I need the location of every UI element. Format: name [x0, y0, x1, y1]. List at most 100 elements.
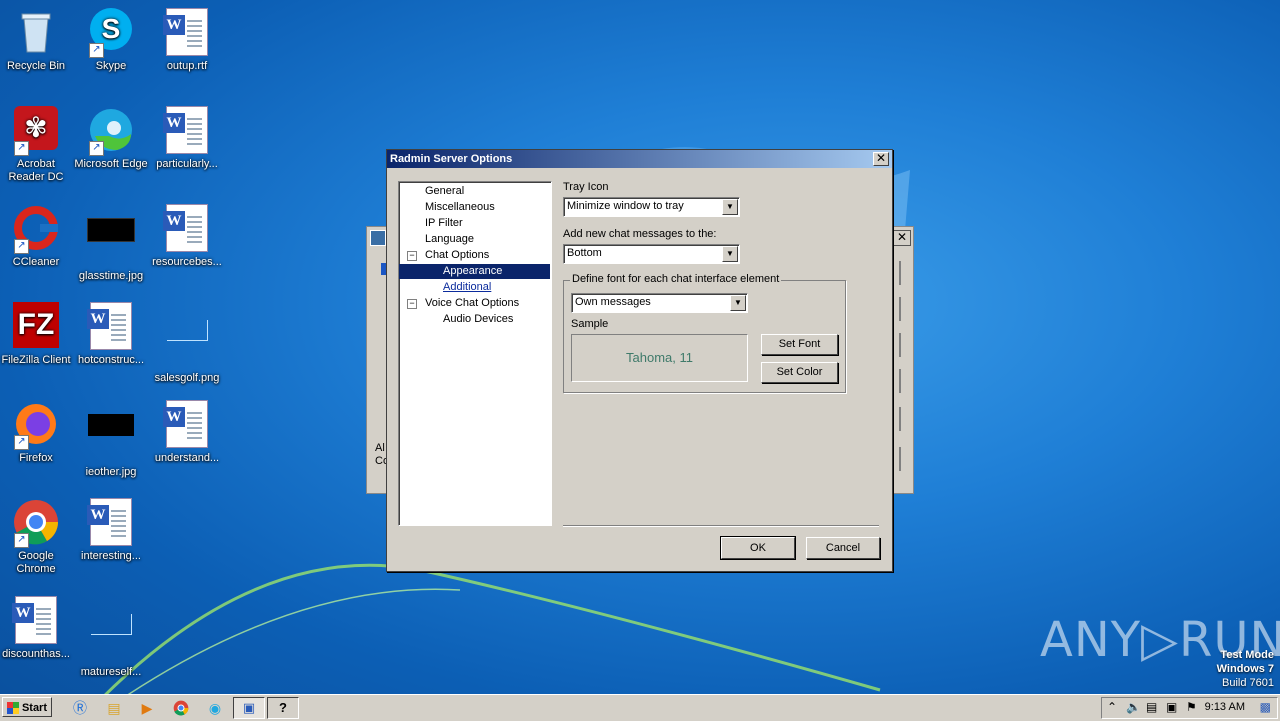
icon-label: glasstime.jpg	[78, 270, 144, 282]
tree-item-chat-options[interactable]: Chat Options	[423, 248, 491, 263]
button-edge	[895, 261, 901, 285]
app-icon	[370, 230, 386, 246]
icon-label: salesgolf.png	[154, 372, 220, 384]
icon-label: interesting...	[81, 550, 141, 562]
cancel-button[interactable]: Cancel	[806, 537, 880, 559]
desktop-icon-outup[interactable]: W outup.rtf	[149, 8, 225, 73]
tree-item-label: Appearance	[443, 265, 503, 277]
desktop-icon-matureself[interactable]: matureself...	[73, 596, 149, 679]
tree-item-ip-filter[interactable]: IP Filter	[423, 216, 465, 231]
desktop-icon-recycle-bin[interactable]: Recycle Bin	[0, 8, 74, 73]
volume-icon[interactable]: 🔈	[1126, 700, 1141, 714]
collapse-icon[interactable]: −	[407, 251, 417, 261]
options-tree[interactable]: General Miscellaneous IP Filter Language…	[398, 181, 552, 526]
add-messages-label: Add new chat messages to the:	[563, 228, 717, 240]
tree-item-general[interactable]: General	[423, 184, 466, 199]
desktop-icon-chrome[interactable]: ↗ Google Chrome	[0, 498, 74, 576]
acrobat-icon: ✾ ↗	[12, 106, 60, 156]
show-hidden-icons-chevron-icon[interactable]: ⌃	[1107, 700, 1117, 714]
desktop-icon-hotconstruc[interactable]: W hotconstruc...	[73, 302, 149, 367]
icon-label: Acrobat Reader DC	[8, 158, 64, 183]
tree-item-miscellaneous[interactable]: Miscellaneous	[423, 200, 497, 215]
start-button[interactable]: Start	[2, 697, 52, 717]
radmin-task-button[interactable]: ▣	[233, 697, 265, 719]
taskbar: Start Ⓡ ▤ ▶ ◉ ▣ ? ⌃ 🔈 ▤ ▣ ⚑ 9:13 AM ▩	[0, 694, 1280, 721]
close-icon[interactable]: ✕	[873, 152, 889, 166]
chevron-down-icon[interactable]: ▼	[722, 246, 738, 262]
media-player-icon[interactable]: ▶	[137, 698, 157, 718]
desktop-icon-filezilla[interactable]: FZ FileZilla Client	[0, 302, 74, 367]
tree-item-language[interactable]: Language	[423, 232, 476, 247]
set-font-button[interactable]: Set Font	[761, 334, 838, 355]
image-file-icon	[87, 218, 135, 266]
desktop-icon-understand[interactable]: W understand...	[149, 400, 225, 465]
build-line: Build 7601	[1222, 677, 1274, 689]
icon-label: outup.rtf	[166, 60, 208, 72]
system-tray: ⌃ 🔈 ▤ ▣ ⚑ 9:13 AM ▩	[1101, 697, 1278, 719]
desktop-icon-interesting[interactable]: W interesting...	[73, 498, 149, 563]
icon-label: hotconstruc...	[77, 354, 145, 366]
chevron-down-icon[interactable]: ▼	[730, 295, 746, 311]
add-messages-select[interactable]: Bottom ▼	[563, 244, 740, 264]
desktop-icon-resourcebes[interactable]: W resourcebes...	[149, 204, 225, 269]
word-doc-icon: W	[163, 400, 211, 448]
font-element-value: Own messages	[575, 296, 651, 308]
display-icon[interactable]: ▣	[1166, 700, 1177, 714]
dialog-title: Radmin Server Options	[390, 153, 513, 165]
desktop-icon-salesgolf[interactable]: salesgolf.png	[149, 302, 225, 385]
clock[interactable]: 9:13 AM	[1205, 701, 1245, 713]
icon-label: ieother.jpg	[85, 466, 137, 478]
action-center-flag-icon[interactable]: ⚑	[1186, 700, 1197, 714]
font-element-select[interactable]: Own messages ▼	[571, 293, 748, 313]
icon-label: particularly...	[156, 158, 218, 170]
start-label: Start	[21, 702, 47, 714]
icon-label: Firefox	[19, 452, 53, 464]
desktop-icon-firefox[interactable]: ↗ Firefox	[0, 400, 74, 465]
chrome-icon[interactable]	[171, 698, 191, 718]
icon-label: Microsoft Edge	[74, 158, 148, 170]
word-doc-icon: W	[163, 8, 211, 56]
icon-label: understand...	[154, 452, 220, 464]
set-color-button[interactable]: Set Color	[761, 362, 838, 383]
edge-icon[interactable]: ◉	[205, 698, 225, 718]
network-icon[interactable]: ▤	[1146, 700, 1157, 714]
ccleaner-icon: ↗	[12, 204, 60, 254]
dialog-titlebar[interactable]: Radmin Server Options ✕	[387, 150, 892, 168]
desktop-icon-particularly[interactable]: W particularly...	[149, 106, 225, 171]
desktop-icon-ccleaner[interactable]: ↗ CCleaner	[0, 204, 74, 269]
font-group-label: Define font for each chat interface elem…	[570, 273, 782, 285]
explorer-folder-icon[interactable]: ▤	[104, 698, 124, 718]
close-icon[interactable]: ✕	[893, 230, 911, 246]
tree-item-appearance[interactable]: Appearance	[399, 264, 550, 279]
image-file-icon	[87, 414, 135, 462]
ie-icon[interactable]: Ⓡ	[70, 698, 90, 718]
show-desktop-icon[interactable]: ▩	[1260, 700, 1271, 714]
ok-button[interactable]: OK	[720, 536, 796, 560]
button-edge	[895, 447, 901, 471]
word-doc-icon: W	[12, 596, 60, 644]
desktop-icon-acrobat[interactable]: ✾ ↗ Acrobat Reader DC	[0, 106, 74, 184]
radmin-server-options-dialog: Radmin Server Options ✕ General Miscella…	[386, 149, 893, 572]
icon-label: discounthas...	[2, 648, 70, 660]
firefox-icon: ↗	[12, 400, 60, 450]
desktop-icon-discounthas[interactable]: W discounthas...	[0, 596, 74, 661]
word-doc-icon: W	[87, 302, 135, 350]
tree-item-audio-devices[interactable]: Audio Devices	[441, 312, 515, 327]
desktop-icon-edge[interactable]: ↗ Microsoft Edge	[73, 106, 149, 171]
tray-icon-select[interactable]: Minimize window to tray ▼	[563, 197, 740, 217]
desktop-icon-ieother[interactable]: ieother.jpg	[73, 400, 149, 479]
desktop-icon-glasstime[interactable]: glasstime.jpg	[73, 204, 149, 283]
button-edge	[895, 297, 901, 321]
tree-item-additional[interactable]: Additional	[441, 280, 493, 295]
desktop-icon-skype[interactable]: S ↗ Skype	[73, 8, 149, 73]
tray-icon-value: Minimize window to tray	[567, 200, 684, 212]
icon-label: Google Chrome	[16, 550, 56, 575]
help-task-button[interactable]: ?	[267, 697, 299, 719]
chevron-down-icon[interactable]: ▼	[722, 199, 738, 215]
word-doc-icon: W	[87, 498, 135, 546]
chrome-icon: ↗	[12, 498, 60, 548]
icon-label: Recycle Bin	[6, 60, 66, 72]
collapse-icon[interactable]: −	[407, 299, 417, 309]
icon-label: FileZilla Client	[1, 354, 71, 366]
tree-item-voice-chat-options[interactable]: Voice Chat Options	[423, 296, 521, 311]
